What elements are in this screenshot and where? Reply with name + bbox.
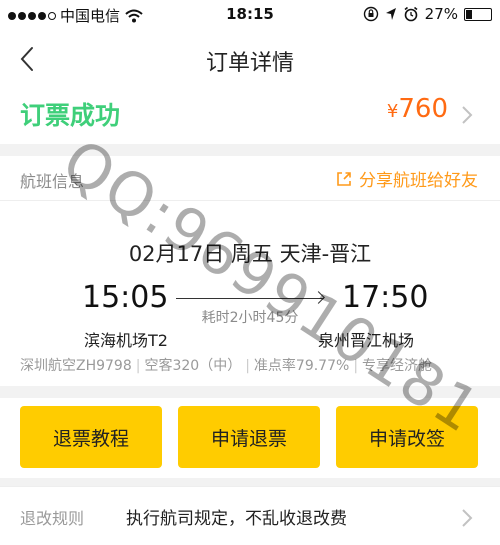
departure-time: 15:05 bbox=[82, 280, 169, 315]
separator: | bbox=[245, 358, 250, 374]
flight-section-label: 航班信息 bbox=[20, 172, 85, 191]
cabin-class: 专享经济舱 bbox=[362, 358, 433, 374]
currency-symbol: ¥ bbox=[386, 101, 399, 122]
divider bbox=[0, 200, 500, 201]
apply-change-button[interactable]: 申请改签 bbox=[336, 406, 478, 468]
status-bar: 中国电信 18:15 27% bbox=[0, 0, 500, 28]
battery-percent: 27% bbox=[424, 5, 458, 23]
refund-rules-row[interactable]: 退改规则 执行航司规定，不乱收退改费 bbox=[0, 486, 500, 545]
alarm-icon bbox=[404, 6, 418, 22]
aircraft-type: 空客320（中） bbox=[144, 358, 242, 374]
section-divider bbox=[0, 386, 500, 398]
chevron-right-icon bbox=[462, 509, 473, 527]
share-flight-label: 分享航班给好友 bbox=[359, 171, 478, 191]
share-icon bbox=[337, 171, 351, 186]
location-icon bbox=[385, 8, 396, 20]
section-divider bbox=[0, 478, 500, 486]
order-price: ¥760 bbox=[387, 94, 448, 124]
apply-refund-button[interactable]: 申请退票 bbox=[178, 406, 320, 468]
section-divider bbox=[0, 144, 500, 156]
status-icons: 27% bbox=[363, 5, 492, 23]
flight-card: 航班信息 分享航班给好友 02月17日 周五 天津-晋江 15:05 17:50… bbox=[0, 156, 500, 386]
rotation-lock-icon bbox=[363, 6, 378, 22]
order-status: 订票成功 bbox=[20, 101, 121, 130]
flight-number: 深圳航空ZH9798 bbox=[20, 358, 132, 374]
on-time-rate: 准点率79.77% bbox=[253, 358, 350, 374]
flight-arrow-line bbox=[176, 298, 324, 299]
price-value: 760 bbox=[398, 94, 448, 124]
refund-guide-button[interactable]: 退票教程 bbox=[20, 406, 162, 468]
order-status-row[interactable]: 订票成功 ¥760 bbox=[0, 90, 500, 144]
separator: | bbox=[135, 358, 141, 374]
chevron-right-icon bbox=[462, 106, 473, 124]
arrow-right-icon bbox=[312, 291, 325, 304]
share-flight-button[interactable]: 分享航班给好友 bbox=[335, 166, 478, 191]
flight-date-route: 02月17日 周五 天津-晋江 bbox=[128, 242, 372, 266]
refund-rules-label: 退改规则 bbox=[20, 509, 85, 528]
action-buttons: 退票教程 申请退票 申请改签 bbox=[0, 398, 500, 478]
flight-info-row: 深圳航空ZH9798 | 空客320（中） | 准点率79.77% | 专享经济舱 bbox=[20, 355, 432, 375]
page-title: 订单详情 bbox=[205, 51, 294, 76]
arrival-airport: 泉州晋江机场 bbox=[318, 331, 415, 350]
battery-icon bbox=[464, 7, 492, 21]
separator: | bbox=[353, 358, 359, 374]
departure-airport: 滨海机场T2 bbox=[84, 331, 168, 350]
refund-rules-text: 执行航司规定，不乱收退改费 bbox=[126, 509, 347, 529]
flight-duration: 耗时2小时45分 bbox=[201, 310, 299, 326]
nav-bar: 订单详情 bbox=[0, 28, 500, 91]
arrival-time: 17:50 bbox=[342, 280, 429, 315]
